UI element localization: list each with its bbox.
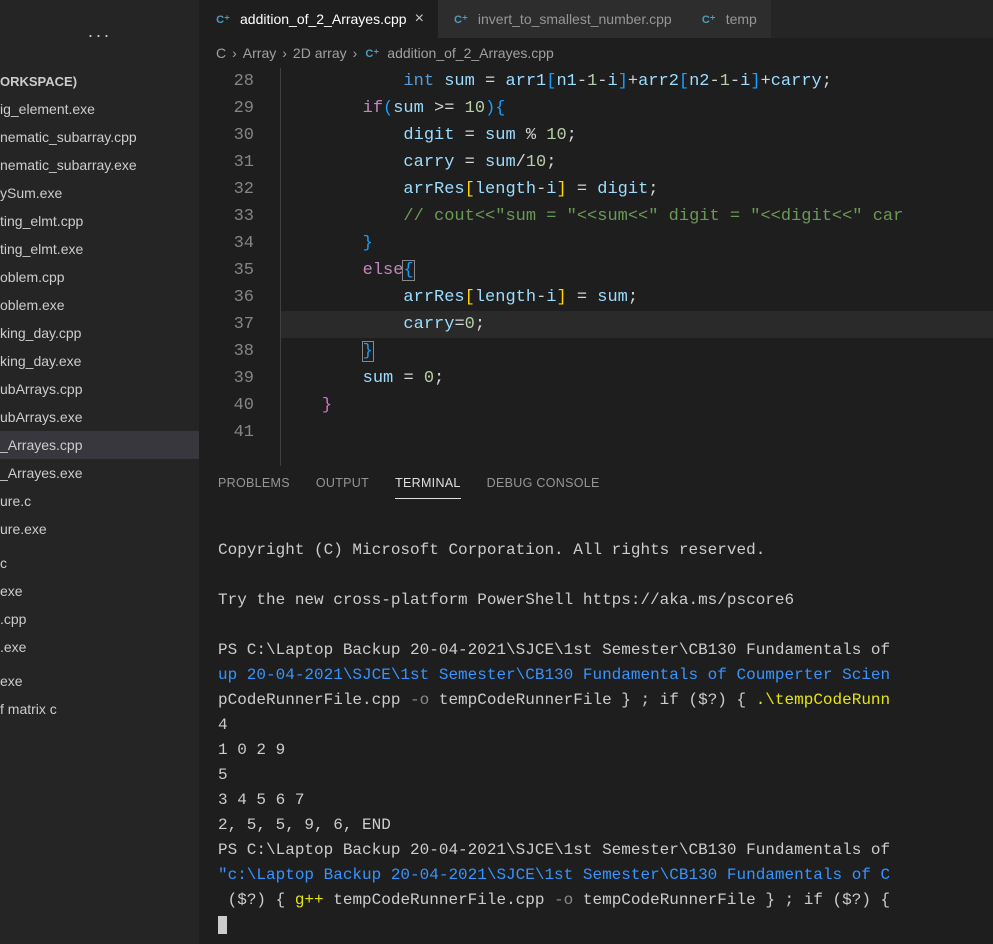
breadcrumb-part[interactable]: 2D array: [293, 45, 347, 61]
breadcrumb[interactable]: C › Array › 2D array › C⁺ addition_of_2_…: [200, 38, 993, 68]
breadcrumb-part[interactable]: C: [216, 45, 226, 61]
explorer-file-item[interactable]: nematic_subarray.exe: [0, 151, 199, 179]
explorer-file-item[interactable]: nematic_subarray.cpp: [0, 123, 199, 151]
line-number: 36: [200, 284, 260, 311]
panel-tab-problems[interactable]: PROBLEMS: [218, 476, 290, 499]
tab-label: temp: [726, 11, 757, 27]
sidebar: ··· ORKSPACE) ig_element.exenematic_suba…: [0, 0, 200, 944]
panel-tab-output[interactable]: OUTPUT: [316, 476, 369, 499]
code-line[interactable]: [281, 419, 993, 446]
panel-tab-terminal[interactable]: TERMINAL: [395, 476, 461, 499]
chevron-right-icon: ›: [282, 45, 287, 61]
explorer-file-item[interactable]: ig_element.exe: [0, 95, 199, 123]
terminal-line: Try the new cross-platform PowerShell ht…: [218, 591, 794, 609]
explorer-file-item[interactable]: ubArrays.exe: [0, 403, 199, 431]
terminal-line: 2, 5, 5, 9, 6, END: [218, 816, 391, 834]
line-number: 41: [200, 419, 260, 446]
explorer-file-item[interactable]: _Arrayes.cpp: [0, 431, 199, 459]
panel-tab-debug-console[interactable]: DEBUG CONSOLE: [487, 476, 600, 499]
line-number: 31: [200, 149, 260, 176]
terminal-line: up 20-04-2021\SJCE\1st Semester\CB130 Fu…: [218, 666, 890, 684]
panel-tabs: PROBLEMS OUTPUT TERMINAL DEBUG CONSOLE: [200, 466, 993, 499]
code-line[interactable]: }: [281, 338, 993, 365]
terminal-line: "c:\Laptop Backup 20-04-2021\SJCE\1st Se…: [218, 866, 890, 884]
explorer-file-item[interactable]: ting_elmt.exe: [0, 235, 199, 263]
breadcrumb-part[interactable]: addition_of_2_Arrayes.cpp: [387, 45, 554, 61]
tab-label: addition_of_2_Arrayes.cpp: [240, 11, 407, 27]
explorer-file-item[interactable]: ure.c: [0, 487, 199, 515]
code-line[interactable]: sum = 0;: [281, 365, 993, 392]
workspace-label: ORKSPACE): [0, 70, 199, 95]
code-line[interactable]: digit = sum % 10;: [281, 122, 993, 149]
code-editor[interactable]: 2829303132333435363738394041 int sum = a…: [200, 68, 993, 466]
explorer-file-item[interactable]: king_day.cpp: [0, 319, 199, 347]
line-number: 38: [200, 338, 260, 365]
explorer-file-item[interactable]: _Arrayes.exe: [0, 459, 199, 487]
code-line[interactable]: // cout<<"sum = "<<sum<<" digit = "<<dig…: [281, 203, 993, 230]
explorer-file-item[interactable]: f matrix c: [0, 695, 199, 723]
terminal-line: 3 4 5 6 7: [218, 791, 304, 809]
terminal-line: pCodeRunnerFile.cpp -o tempCodeRunnerFil…: [218, 691, 890, 709]
terminal-output[interactable]: Copyright (C) Microsoft Corporation. All…: [200, 499, 993, 944]
explorer-file-item[interactable]: ySum.exe: [0, 179, 199, 207]
chevron-right-icon: ›: [353, 45, 358, 61]
editor-tab[interactable]: C⁺ temp: [686, 0, 771, 38]
editor-tab[interactable]: C⁺ addition_of_2_Arrayes.cpp ×: [200, 0, 438, 38]
code-line[interactable]: arrRes[length-i] = digit;: [281, 176, 993, 203]
code-line[interactable]: carry = sum/10;: [281, 149, 993, 176]
explorer-file-list: ig_element.exenematic_subarray.cppnemati…: [0, 95, 199, 723]
terminal-line: PS C:\Laptop Backup 20-04-2021\SJCE\1st …: [218, 641, 890, 659]
line-number: 32: [200, 176, 260, 203]
breadcrumb-part[interactable]: Array: [243, 45, 276, 61]
explorer-file-item[interactable]: exe: [0, 667, 199, 695]
cpp-file-icon: C⁺: [452, 10, 470, 28]
explorer-file-item[interactable]: exe: [0, 577, 199, 605]
line-number: 29: [200, 95, 260, 122]
explorer-file-item[interactable]: ting_elmt.cpp: [0, 207, 199, 235]
cpp-file-icon: C⁺: [363, 44, 381, 62]
line-number: 35: [200, 257, 260, 284]
explorer-file-item[interactable]: oblem.exe: [0, 291, 199, 319]
code-line[interactable]: else{: [281, 257, 993, 284]
terminal-cursor: [218, 916, 227, 934]
chevron-right-icon: ›: [232, 45, 237, 61]
terminal-line: PS C:\Laptop Backup 20-04-2021\SJCE\1st …: [218, 841, 890, 859]
line-number: 28: [200, 68, 260, 95]
line-number: 33: [200, 203, 260, 230]
code-line[interactable]: int sum = arr1[n1-1-i]+arr2[n2-1-i]+carr…: [281, 68, 993, 95]
more-icon[interactable]: ···: [88, 25, 112, 46]
editor-tab[interactable]: C⁺ invert_to_smallest_number.cpp: [438, 0, 686, 38]
editor-tabs: C⁺ addition_of_2_Arrayes.cpp × C⁺ invert_to_…: [200, 0, 993, 38]
line-number: 37: [200, 311, 260, 338]
line-number: 39: [200, 365, 260, 392]
explorer-file-item[interactable]: king_day.exe: [0, 347, 199, 375]
explorer-file-item[interactable]: .cpp: [0, 605, 199, 633]
line-number-gutter: 2829303132333435363738394041: [200, 68, 280, 466]
explorer-file-item[interactable]: .exe: [0, 633, 199, 661]
explorer-file-item[interactable]: c: [0, 549, 199, 577]
terminal-line: ($?) { g++ tempCodeRunnerFile.cpp -o tem…: [218, 891, 890, 909]
sidebar-header: ···: [0, 0, 199, 70]
line-number: 30: [200, 122, 260, 149]
code-line[interactable]: arrRes[length-i] = sum;: [281, 284, 993, 311]
terminal-line: 5: [218, 766, 228, 784]
code-line[interactable]: carry=0;: [281, 311, 993, 338]
close-icon[interactable]: ×: [415, 10, 424, 28]
code-content[interactable]: int sum = arr1[n1-1-i]+arr2[n2-1-i]+carr…: [280, 68, 993, 466]
code-line[interactable]: if(sum >= 10){: [281, 95, 993, 122]
terminal-line: 4: [218, 716, 228, 734]
cpp-file-icon: C⁺: [700, 10, 718, 28]
explorer-file-item[interactable]: oblem.cpp: [0, 263, 199, 291]
code-line[interactable]: }: [281, 392, 993, 419]
terminal-line: Copyright (C) Microsoft Corporation. All…: [218, 541, 765, 559]
line-number: 34: [200, 230, 260, 257]
explorer-file-item[interactable]: ure.exe: [0, 515, 199, 543]
line-number: 40: [200, 392, 260, 419]
code-line[interactable]: }: [281, 230, 993, 257]
terminal-line: 1 0 2 9: [218, 741, 285, 759]
cpp-file-icon: C⁺: [214, 10, 232, 28]
tab-label: invert_to_smallest_number.cpp: [478, 11, 672, 27]
main-area: C⁺ addition_of_2_Arrayes.cpp × C⁺ invert_to_…: [200, 0, 993, 944]
explorer-file-item[interactable]: ubArrays.cpp: [0, 375, 199, 403]
